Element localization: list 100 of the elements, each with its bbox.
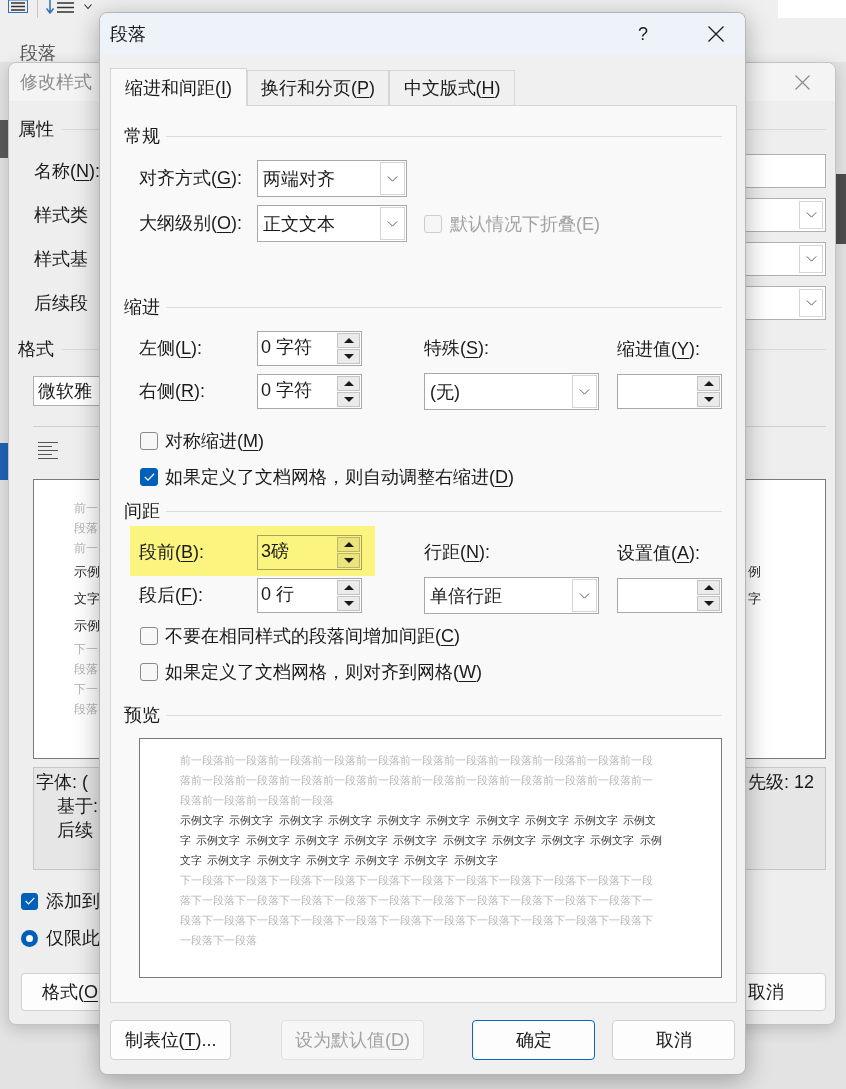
spin-down-button[interactable]	[337, 392, 360, 407]
up-triangle-icon	[343, 585, 354, 590]
dialog-title: 段落	[110, 23, 146, 45]
checkbox-label: 不要在相同样式的段落间增加间距(C)	[165, 625, 460, 647]
spin-up-button[interactable]	[337, 537, 360, 552]
spin-up-button[interactable]	[697, 580, 720, 595]
section-heading: 格式	[18, 339, 54, 359]
checkmark-icon	[143, 473, 155, 481]
description-text: 基于:	[57, 795, 98, 817]
spin-down-button[interactable]	[697, 596, 720, 611]
property-label: 样式基	[34, 248, 88, 270]
close-icon	[795, 74, 810, 90]
checkbox[interactable]	[140, 627, 158, 645]
help-button[interactable]: ?	[638, 23, 648, 45]
field-label: 段前(B):	[139, 541, 204, 562]
preview-text: 示例	[74, 563, 100, 579]
property-label: 后续段	[34, 292, 88, 314]
close-button[interactable]	[708, 26, 724, 42]
spin-up-button[interactable]	[337, 376, 360, 391]
field-label: 段后(F):	[139, 584, 203, 605]
tab[interactable]: 中文版式(H)	[389, 70, 515, 105]
description-text: 后续	[57, 819, 93, 841]
field-label: 对齐方式(G):	[139, 167, 242, 188]
spin-down-button[interactable]	[337, 553, 360, 568]
spin-up-button[interactable]	[697, 376, 720, 391]
align-left-icon	[38, 442, 58, 459]
down-triangle-icon	[343, 558, 354, 563]
chevron-down-icon	[805, 256, 817, 262]
checkbox[interactable]	[140, 468, 158, 486]
dropdown-button[interactable]	[799, 289, 823, 317]
up-triangle-icon	[343, 338, 354, 343]
checkbox[interactable]	[21, 892, 38, 910]
chevron-down-icon	[387, 220, 398, 227]
chevron-down-icon	[579, 388, 590, 395]
section-heading: 缩进	[124, 297, 160, 317]
preview-text: 示例	[74, 617, 100, 633]
chevron-down-icon	[805, 300, 817, 306]
dialog-button[interactable]: 取消	[612, 1020, 735, 1060]
checkbox[interactable]	[140, 432, 158, 450]
space-after-field[interactable]: 0 行	[257, 578, 362, 613]
field-label: 特殊(S):	[424, 337, 489, 358]
radio-label: 仅限此	[46, 927, 100, 949]
special-indent-dropdown[interactable]: (无)	[424, 373, 599, 410]
checkbox-label: 如果定义了文档网格，则自动调整右缩进(D)	[165, 466, 514, 488]
spin-down-button[interactable]	[697, 392, 720, 407]
property-label: 样式类	[34, 204, 88, 226]
spin-up-button[interactable]	[337, 333, 360, 348]
down-triangle-icon	[343, 601, 354, 606]
dialog-button[interactable]: 制表位(T)...	[110, 1020, 231, 1060]
right-indent-field[interactable]: 0 字符	[257, 374, 362, 409]
left-indent-field[interactable]: 0 字符	[257, 331, 362, 366]
dropdown-button[interactable]	[799, 245, 823, 273]
space-before-field[interactable]: 3磅	[257, 535, 362, 570]
chevron-down-icon	[579, 592, 590, 599]
checkbox[interactable]	[140, 663, 158, 681]
side-panel-strip	[836, 174, 846, 244]
selected-item-strip	[0, 443, 8, 480]
radio-button[interactable]	[21, 929, 38, 947]
close-icon	[708, 26, 724, 42]
preview-text: 例	[748, 563, 761, 580]
tab[interactable]: 换行和分页(P)	[247, 70, 389, 105]
line-spacing-dropdown[interactable]: 单倍行距	[424, 577, 599, 614]
preview-text: 字	[748, 590, 761, 607]
section-heading: 属性	[18, 119, 54, 139]
up-triangle-icon	[343, 542, 354, 547]
outline-level-dropdown[interactable]: 正文文本	[257, 205, 407, 242]
checkbox-label: 对称缩进(M)	[165, 430, 264, 452]
field-label: 缩进值(Y):	[617, 337, 700, 360]
up-triangle-icon	[343, 381, 354, 386]
sample-text: 示例文字 示例文字 示例文字 示例文字 示例文字 示例文字 示例文字 示例文字 示例文字 示例文字 示例文字 示例文字 示例文字 示例文字 示例文字 示例文字 示例文字 示例文字 示例文字 示例文字 示例文字 示例文字 示例文字 示例文字 示例文字 示例文字	[180, 813, 663, 868]
line-spacing-icon	[46, 0, 74, 14]
preview-text: 段落	[74, 521, 98, 535]
dialog-button[interactable]: 确定	[472, 1020, 595, 1060]
description-text: 字体: (	[36, 771, 88, 793]
preview-text: 段落	[74, 702, 98, 716]
line-spacing-value-field[interactable]	[617, 578, 722, 613]
section-heading: 间距	[124, 501, 160, 521]
down-triangle-icon	[703, 601, 714, 606]
spin-down-button[interactable]	[337, 596, 360, 611]
up-triangle-icon	[703, 381, 714, 386]
checkbox-label: 如果定义了文档网格，则对齐到网格(W)	[165, 661, 482, 683]
up-triangle-icon	[703, 585, 714, 590]
section-heading: 常规	[124, 126, 160, 146]
preview-text: 段落	[74, 662, 98, 676]
dropdown-button[interactable]	[799, 201, 823, 229]
caret-icon	[84, 4, 92, 9]
chevron-down-icon	[805, 212, 817, 218]
section-heading: 预览	[124, 705, 160, 725]
field-label: 左侧(L):	[139, 337, 202, 358]
dialog-title: 修改样式	[20, 71, 92, 93]
tab[interactable]: 缩进和间距(I)	[110, 68, 247, 106]
down-triangle-icon	[703, 397, 714, 402]
alignment-dropdown[interactable]: 两端对齐	[257, 160, 407, 197]
preview-text: 文字	[74, 590, 100, 606]
checkbox-label: 添加到	[46, 890, 100, 912]
paragraph-lines-icon	[8, 0, 28, 13]
field-label: 行距(N):	[424, 541, 490, 562]
spin-up-button[interactable]	[337, 580, 360, 595]
indent-by-field[interactable]	[617, 374, 722, 409]
spin-down-button[interactable]	[337, 349, 360, 364]
